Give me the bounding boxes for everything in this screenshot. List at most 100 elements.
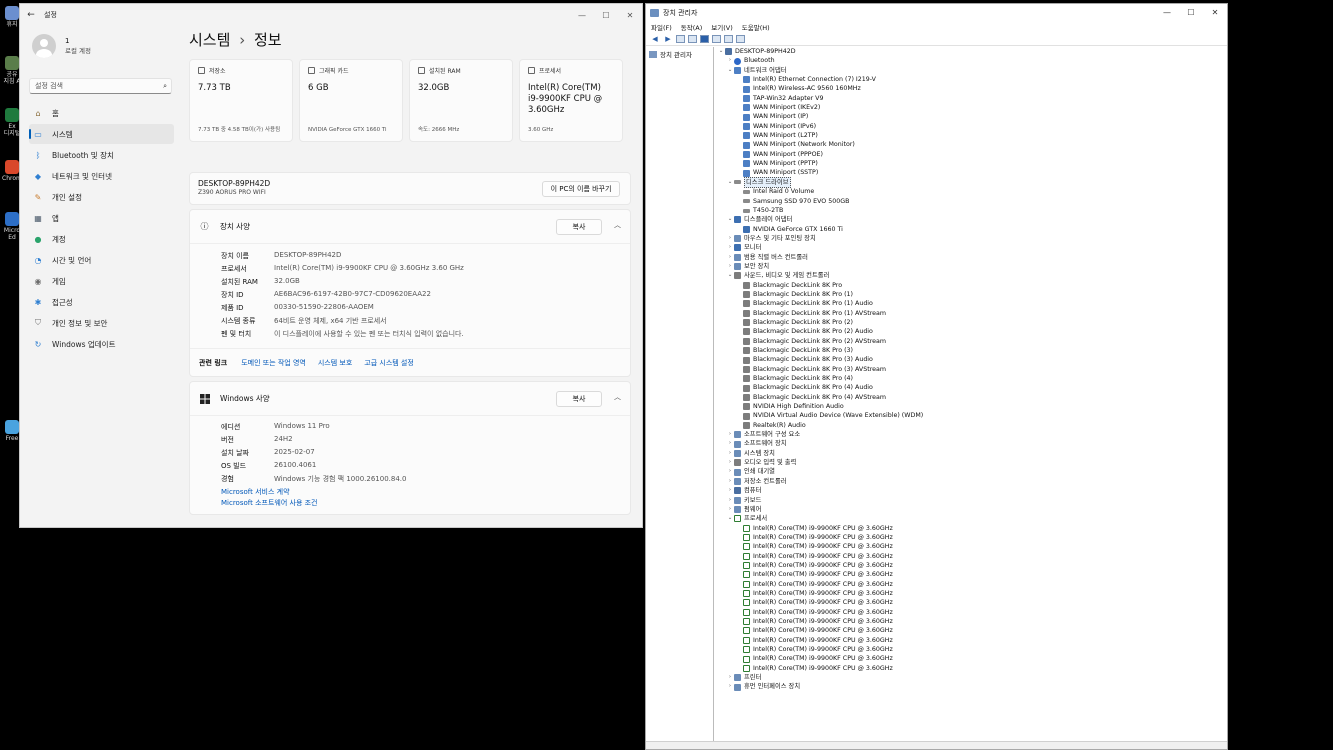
- nav-item-person[interactable]: ● 계정: [29, 229, 174, 249]
- device-item[interactable]: Intel(R) Core(TM) i9-9900KF CPU @ 3.60GH…: [717, 636, 1227, 645]
- nav-item-accessibility[interactable]: ✱ 접근성: [29, 292, 174, 312]
- device-item[interactable]: Blackmagic DeckLink 8K Pro (1) AVStream: [717, 309, 1227, 318]
- chevron-right-icon[interactable]: ›: [726, 234, 734, 243]
- device-category[interactable]: › 키보드: [717, 496, 1227, 505]
- device-item[interactable]: Samsung SSD 970 EVO 500GB: [717, 197, 1227, 206]
- device-category[interactable]: ⌄ 프로세서: [717, 514, 1227, 523]
- device-item[interactable]: Intel(R) Core(TM) i9-9900KF CPU @ 3.60GH…: [717, 524, 1227, 533]
- menu-item[interactable]: 동작(A): [681, 22, 702, 32]
- device-category[interactable]: › 컴퓨터: [717, 486, 1227, 495]
- device-item[interactable]: Blackmagic DeckLink 8K Pro (3): [717, 346, 1227, 355]
- copy-windows-spec-button[interactable]: 복사: [556, 391, 602, 407]
- menu-item[interactable]: 보기(V): [711, 22, 732, 32]
- device-item[interactable]: T450-2TB: [717, 206, 1227, 215]
- nav-item-apps[interactable]: ▦ 앱: [29, 208, 174, 228]
- device-item[interactable]: Intel(R) Core(TM) i9-9900KF CPU @ 3.60GH…: [717, 552, 1227, 561]
- tree-view-icon[interactable]: [676, 35, 685, 43]
- chevron-right-icon[interactable]: ›: [726, 430, 734, 439]
- scan-hardware-icon[interactable]: [712, 35, 721, 43]
- device-category[interactable]: ⌄ 네트워크 어댑터: [717, 66, 1227, 75]
- device-item[interactable]: Intel(R) Core(TM) i9-9900KF CPU @ 3.60GH…: [717, 626, 1227, 635]
- chevron-up-icon[interactable]: ︿: [614, 220, 621, 230]
- device-item[interactable]: WAN Miniport (PPTP): [717, 159, 1227, 168]
- device-category[interactable]: › 모니터: [717, 243, 1227, 252]
- device-item[interactable]: Intel(R) Core(TM) i9-9900KF CPU @ 3.60GH…: [717, 589, 1227, 598]
- nav-item-gamepad[interactable]: ◉ 게임: [29, 271, 174, 291]
- help-icon[interactable]: [700, 35, 709, 43]
- device-item[interactable]: NVIDIA Virtual Audio Device (Wave Extens…: [717, 411, 1227, 420]
- close-icon[interactable]: ✕: [618, 11, 642, 20]
- device-item[interactable]: NVIDIA GeForce GTX 1660 Ti: [717, 225, 1227, 234]
- device-item[interactable]: Blackmagic DeckLink 8K Pro (2): [717, 318, 1227, 327]
- chevron-right-icon[interactable]: ›: [726, 458, 734, 467]
- device-item[interactable]: Blackmagic DeckLink 8K Pro (4) Audio: [717, 383, 1227, 392]
- device-item[interactable]: WAN Miniport (IPv6): [717, 122, 1227, 131]
- chevron-right-icon[interactable]: ›: [726, 56, 734, 65]
- back-arrow-icon[interactable]: ◀: [650, 35, 660, 44]
- chevron-up-icon[interactable]: ︿: [614, 392, 621, 402]
- device-category[interactable]: › 시스템 장치: [717, 449, 1227, 458]
- maximize-icon[interactable]: ☐: [1179, 8, 1203, 17]
- device-category[interactable]: › Bluetooth: [717, 56, 1227, 65]
- device-item[interactable]: Intel(R) Core(TM) i9-9900KF CPU @ 3.60GH…: [717, 580, 1227, 589]
- device-spec-header[interactable]: ⓘ 장치 사양 복사 ︿: [190, 210, 630, 244]
- nav-item-monitor[interactable]: ▭ 시스템: [29, 124, 174, 144]
- device-category[interactable]: › 저장소 컨트롤러: [717, 477, 1227, 486]
- device-item[interactable]: Intel(R) Core(TM) i9-9900KF CPU @ 3.60GH…: [717, 570, 1227, 579]
- device-category[interactable]: › 인쇄 대기열: [717, 467, 1227, 476]
- minimize-icon[interactable]: —: [570, 11, 594, 20]
- user-profile[interactable]: 1 로컬 계정: [32, 34, 91, 58]
- back-arrow-icon[interactable]: ←: [20, 10, 42, 20]
- device-category[interactable]: › 프린터: [717, 673, 1227, 682]
- device-category[interactable]: › 소프트웨어 구성 요소: [717, 430, 1227, 439]
- menu-item[interactable]: 도움말(H): [742, 22, 770, 32]
- windows-spec-link[interactable]: Microsoft 소프트웨어 사용 조건: [221, 498, 630, 509]
- related-link[interactable]: 도메인 또는 작업 영역: [241, 359, 306, 367]
- device-item[interactable]: Intel(R) Core(TM) i9-9900KF CPU @ 3.60GH…: [717, 608, 1227, 617]
- windows-spec-header[interactable]: Windows 사양 복사 ︿: [190, 382, 630, 416]
- device-item[interactable]: WAN Miniport (SSTP): [717, 168, 1227, 177]
- device-item[interactable]: Intel(R) Wireless-AC 9560 160MHz: [717, 84, 1227, 93]
- device-item[interactable]: Blackmagic DeckLink 8K Pro (1): [717, 290, 1227, 299]
- device-item[interactable]: Blackmagic DeckLink 8K Pro (4) AVStream: [717, 393, 1227, 402]
- device-item[interactable]: Intel(R) Core(TM) i9-9900KF CPU @ 3.60GH…: [717, 533, 1227, 542]
- chevron-right-icon[interactable]: ›: [726, 253, 734, 262]
- chevron-right-icon[interactable]: ›: [726, 449, 734, 458]
- device-item[interactable]: Intel(R) Core(TM) i9-9900KF CPU @ 3.60GH…: [717, 654, 1227, 663]
- device-category[interactable]: › 오디오 입력 및 출력: [717, 458, 1227, 467]
- device-item[interactable]: Blackmagic DeckLink 8K Pro: [717, 281, 1227, 290]
- device-item[interactable]: WAN Miniport (L2TP): [717, 131, 1227, 140]
- nav-item-bluetooth[interactable]: ᛒ Bluetooth 및 장치: [29, 145, 174, 165]
- left-pane-item[interactable]: 장치 관리자: [646, 47, 713, 59]
- rename-pc-button[interactable]: 이 PC의 이름 바꾸기: [542, 181, 620, 197]
- device-category[interactable]: › 범용 직렬 버스 컨트롤러: [717, 253, 1227, 262]
- chevron-down-icon[interactable]: ⌄: [726, 66, 734, 75]
- chevron-right-icon[interactable]: ›: [726, 243, 734, 252]
- related-link[interactable]: 고급 시스템 설정: [364, 359, 414, 367]
- device-item[interactable]: Blackmagic DeckLink 8K Pro (3) Audio: [717, 355, 1227, 364]
- monitor-icon[interactable]: [736, 35, 745, 43]
- close-icon[interactable]: ✕: [1203, 8, 1227, 17]
- chevron-right-icon[interactable]: ›: [726, 496, 734, 505]
- chevron-right-icon[interactable]: ›: [726, 477, 734, 486]
- device-category[interactable]: ⌄ 디스크 드라이브: [717, 176, 1227, 189]
- settings-search-input[interactable]: 설정 검색 ⌕: [29, 78, 172, 94]
- device-item[interactable]: Blackmagic DeckLink 8K Pro (1) Audio: [717, 299, 1227, 308]
- device-item[interactable]: NVIDIA High Definition Audio: [717, 402, 1227, 411]
- device-category[interactable]: ⌄ 디스플레이 어댑터: [717, 215, 1227, 224]
- device-category[interactable]: › 보안 장치: [717, 262, 1227, 271]
- chevron-right-icon[interactable]: ›: [726, 467, 734, 476]
- device-item[interactable]: Intel(R) Core(TM) i9-9900KF CPU @ 3.60GH…: [717, 542, 1227, 551]
- nav-item-update[interactable]: ↻ Windows 업데이트: [29, 334, 174, 354]
- device-item[interactable]: Intel(R) Core(TM) i9-9900KF CPU @ 3.60GH…: [717, 617, 1227, 626]
- chevron-right-icon[interactable]: ›: [726, 439, 734, 448]
- related-link[interactable]: 시스템 보호: [318, 359, 352, 367]
- chevron-right-icon[interactable]: ›: [726, 673, 734, 682]
- menu-item[interactable]: 파일(F): [651, 22, 672, 32]
- nav-item-brush[interactable]: ✎ 개인 설정: [29, 187, 174, 207]
- chevron-right-icon[interactable]: ›: [726, 682, 734, 691]
- device-item[interactable]: Intel(R) Core(TM) i9-9900KF CPU @ 3.60GH…: [717, 598, 1227, 607]
- chevron-down-icon[interactable]: ⌄: [717, 47, 725, 56]
- minimize-icon[interactable]: —: [1155, 8, 1179, 17]
- chevron-right-icon[interactable]: ›: [726, 486, 734, 495]
